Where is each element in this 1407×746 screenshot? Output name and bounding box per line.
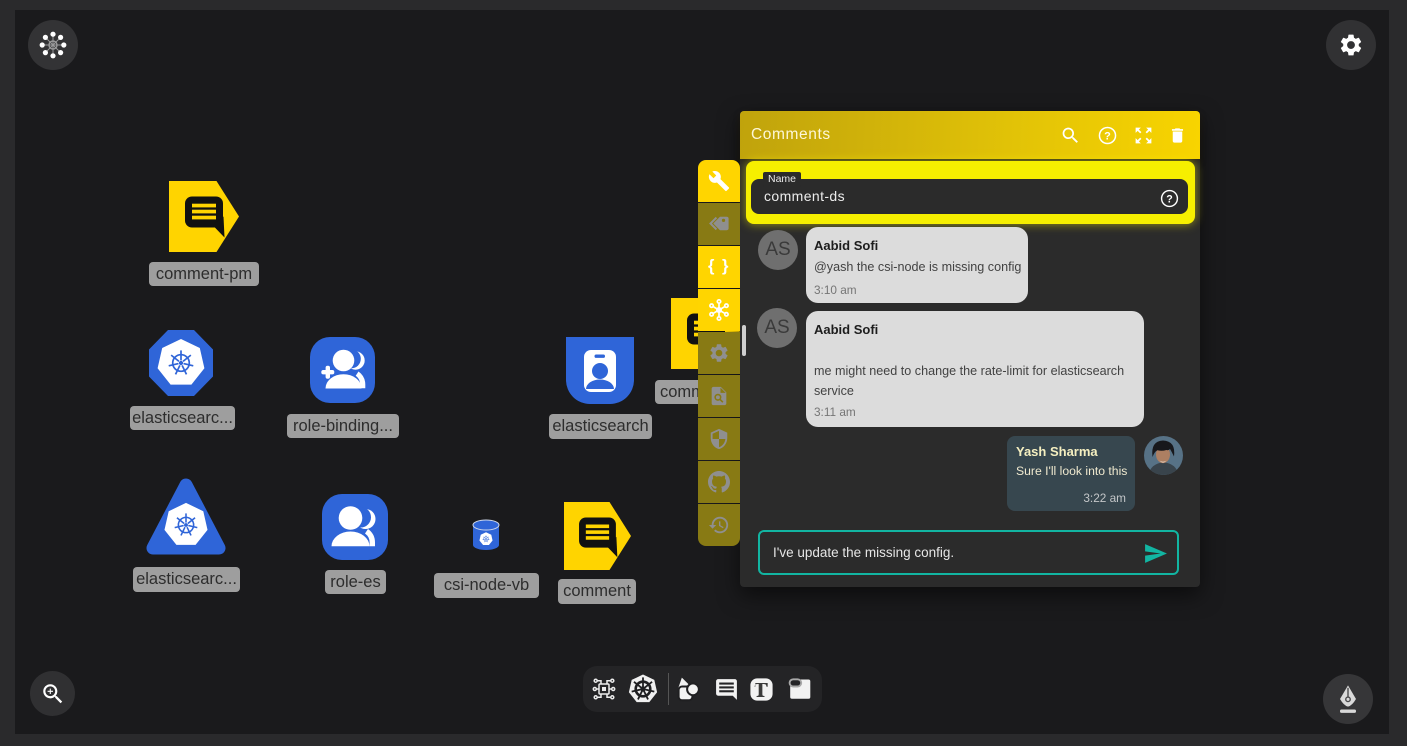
svg-text:?: ?: [1166, 193, 1173, 205]
svg-text:?: ?: [1104, 130, 1111, 142]
